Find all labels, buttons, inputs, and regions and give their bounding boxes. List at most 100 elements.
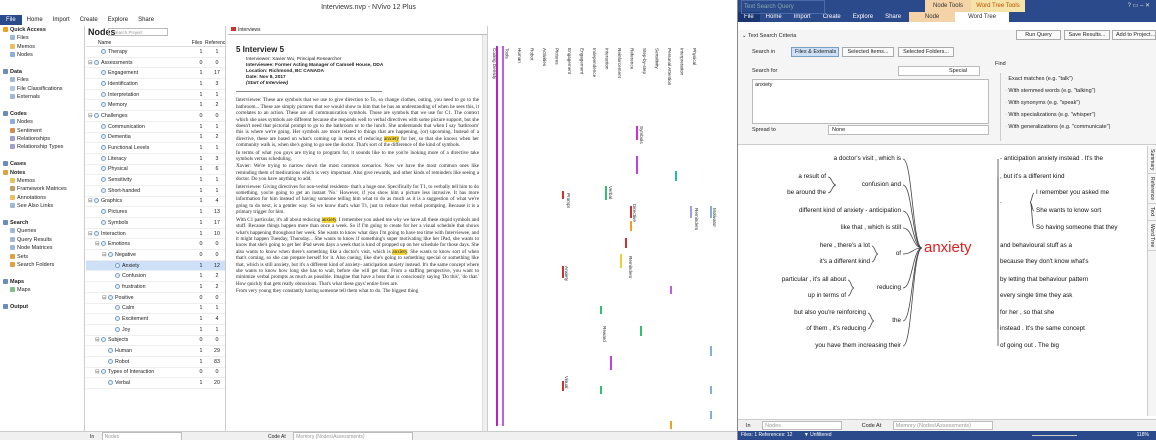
nav-item[interactable]: Queries bbox=[0, 227, 84, 235]
project-search-input[interactable]: Search Project bbox=[108, 28, 168, 36]
coding-stripe[interactable] bbox=[620, 254, 622, 268]
word-tree-phrase[interactable]: a result of bbox=[798, 173, 826, 180]
node-row[interactable]: Pictures 1 13 bbox=[86, 207, 225, 218]
stripe-header[interactable]: Reference bbox=[630, 48, 635, 69]
stripe-header[interactable]: Human bbox=[517, 48, 522, 63]
special-dropdown[interactable]: Special bbox=[898, 66, 980, 76]
word-tree-phrase[interactable]: and behavioural stuff as a bbox=[1000, 242, 1072, 249]
word-tree-phrase[interactable]: here , there's a lot bbox=[820, 242, 870, 249]
stripe-header[interactable]: Physical bbox=[692, 48, 697, 65]
coding-density-bar[interactable] bbox=[496, 46, 498, 426]
side-tab[interactable]: Word Tree bbox=[1148, 221, 1156, 251]
stripe-header[interactable]: Independence bbox=[592, 48, 597, 77]
coding-stripe[interactable] bbox=[630, 221, 632, 231]
nav-item[interactable]: Sets bbox=[0, 253, 84, 261]
node-row[interactable]: ⊟ Assessments 0 0 bbox=[86, 58, 225, 69]
doc-tab[interactable]: Interviews bbox=[228, 26, 487, 35]
stripe-header[interactable]: Tools bbox=[505, 48, 510, 59]
nav-item[interactable]: Notes bbox=[0, 169, 84, 177]
word-tree-phrase[interactable]: up in terms of bbox=[808, 292, 846, 299]
word-tree-phrase[interactable]: because they don't know what's bbox=[1000, 258, 1089, 265]
node-row[interactable]: frustration 1 2 bbox=[86, 282, 225, 293]
tab-share[interactable]: Share bbox=[133, 17, 159, 23]
node-row[interactable]: Anxiety 1 12 bbox=[86, 260, 225, 272]
coding-stripe[interactable] bbox=[710, 346, 712, 356]
tab-home[interactable]: Home bbox=[22, 17, 48, 23]
nav-item[interactable]: Nodes bbox=[0, 51, 84, 59]
word-tree-phrase[interactable]: the bbox=[892, 317, 901, 324]
node-row[interactable]: Joy 1 1 bbox=[86, 325, 225, 336]
nav-item[interactable]: Nodes bbox=[0, 118, 84, 126]
node-row[interactable]: Excitement 1 4 bbox=[86, 314, 225, 325]
side-tab[interactable]: Reference bbox=[1148, 174, 1156, 205]
stripe-header[interactable]: Pictures bbox=[555, 48, 560, 65]
tab-share[interactable]: Share bbox=[879, 12, 907, 22]
word-tree-phrase[interactable]: like that , which is still bbox=[841, 224, 901, 231]
coding-stripe[interactable] bbox=[562, 191, 564, 199]
word-tree-root[interactable]: anxiety bbox=[924, 239, 972, 256]
node-row[interactable]: Interpretation 1 1 bbox=[86, 90, 225, 101]
nav-item[interactable]: Files bbox=[0, 76, 84, 84]
node-row[interactable]: ⊟ Negative 0 0 bbox=[86, 250, 225, 261]
files-externals-button[interactable]: Files & Externals bbox=[791, 47, 839, 57]
word-tree-phrase[interactable]: confusion and bbox=[862, 181, 901, 188]
run-query-button[interactable]: Run Query bbox=[1016, 30, 1061, 40]
side-tab[interactable]: Summary bbox=[1148, 146, 1156, 175]
tab-explore[interactable]: Explore bbox=[847, 12, 879, 22]
coding-stripe[interactable] bbox=[670, 421, 672, 429]
node-row[interactable]: Physical 1 6 bbox=[86, 165, 225, 176]
save-results-button[interactable]: Save Results... bbox=[1064, 30, 1110, 40]
stripe-header[interactable]: Activities bbox=[542, 48, 547, 66]
coding-stripe[interactable] bbox=[670, 286, 672, 294]
tab-import[interactable]: Import bbox=[48, 17, 75, 23]
in-nodes-field[interactable]: Nodes bbox=[762, 421, 843, 430]
nav-item[interactable]: See Also Links bbox=[0, 202, 84, 210]
coding-stripe[interactable] bbox=[690, 206, 692, 218]
in-nodes-field[interactable]: Nodes bbox=[101, 432, 182, 440]
node-row[interactable]: ⊟ Types of Interaction 0 0 bbox=[86, 368, 225, 379]
coding-stripe[interactable] bbox=[625, 238, 627, 248]
tab-create[interactable]: Create bbox=[75, 17, 103, 23]
word-tree-phrase[interactable]: but also you're reinforcing bbox=[794, 309, 866, 316]
nav-item[interactable]: Files bbox=[0, 34, 84, 42]
nav-item[interactable]: Memos bbox=[0, 177, 84, 185]
word-tree-phrase[interactable]: . bbox=[1000, 198, 1002, 205]
node-row[interactable]: Verbal 1 20 bbox=[86, 378, 225, 389]
nav-item[interactable]: Search Folders bbox=[0, 261, 84, 269]
find-option[interactable]: · Exact matches (e.g. "talk") bbox=[1005, 73, 1150, 85]
word-tree-phrase[interactable]: every single time they ask bbox=[1000, 292, 1072, 299]
spread-to-select[interactable]: None bbox=[828, 125, 989, 135]
word-tree-phrase[interactable]: She wants to know sort bbox=[1036, 207, 1101, 214]
window-controls-icon[interactable]: ? ▭ – ✕ bbox=[1128, 0, 1150, 12]
tab-explore[interactable]: Explore bbox=[103, 17, 133, 23]
node-row[interactable]: Identification 1 3 bbox=[86, 79, 225, 90]
nav-item[interactable]: Annotations bbox=[0, 194, 84, 202]
stripe-header[interactable]: Step-by-step bbox=[642, 48, 647, 74]
stripe-header[interactable]: Sensitivity bbox=[655, 48, 660, 69]
coding-stripe[interactable] bbox=[600, 306, 602, 314]
nav-item[interactable]: Search bbox=[0, 219, 84, 227]
nav-item[interactable]: File Classifications bbox=[0, 85, 84, 93]
node-row[interactable]: ⊟ Challenges 0 0 bbox=[86, 111, 225, 122]
zoom-slider[interactable] bbox=[1032, 435, 1077, 436]
word-tree-phrase[interactable]: particular , it's all about bbox=[782, 276, 846, 283]
search-term-input[interactable]: anxiety bbox=[752, 79, 989, 124]
col-name[interactable]: Name bbox=[86, 39, 189, 46]
node-row[interactable]: Communication 1 1 bbox=[86, 122, 225, 133]
code-at-field[interactable]: Memory (Nodes\Assessments) bbox=[293, 432, 414, 440]
node-row[interactable]: Confusion 1 2 bbox=[86, 271, 225, 283]
node-row[interactable]: Human 1 29 bbox=[86, 346, 225, 357]
word-tree-phrase[interactable]: reducing bbox=[877, 284, 901, 291]
word-tree-phrase[interactable]: - anticipation anxiety instead . It's th… bbox=[1000, 155, 1103, 162]
word-tree-phrase[interactable]: I remember you asked me bbox=[1036, 189, 1109, 196]
word-tree-phrase[interactable]: instead . It's the same concept bbox=[1000, 325, 1085, 332]
find-option[interactable]: · With synonyms (e.g. "speak") bbox=[1005, 97, 1150, 109]
coding-stripe[interactable] bbox=[610, 356, 612, 370]
node-row[interactable]: Sensitivity 1 1 bbox=[86, 175, 225, 186]
node-row[interactable]: Functional Levels 1 1 bbox=[86, 143, 225, 154]
coding-stripe[interactable] bbox=[710, 411, 712, 419]
word-tree-phrase[interactable]: of bbox=[896, 250, 901, 257]
find-option[interactable]: · With generalizations (e.g. "communicat… bbox=[1005, 121, 1150, 133]
tab-file[interactable]: File bbox=[0, 15, 22, 25]
word-tree-phrase[interactable]: it's a different kind bbox=[820, 258, 870, 265]
